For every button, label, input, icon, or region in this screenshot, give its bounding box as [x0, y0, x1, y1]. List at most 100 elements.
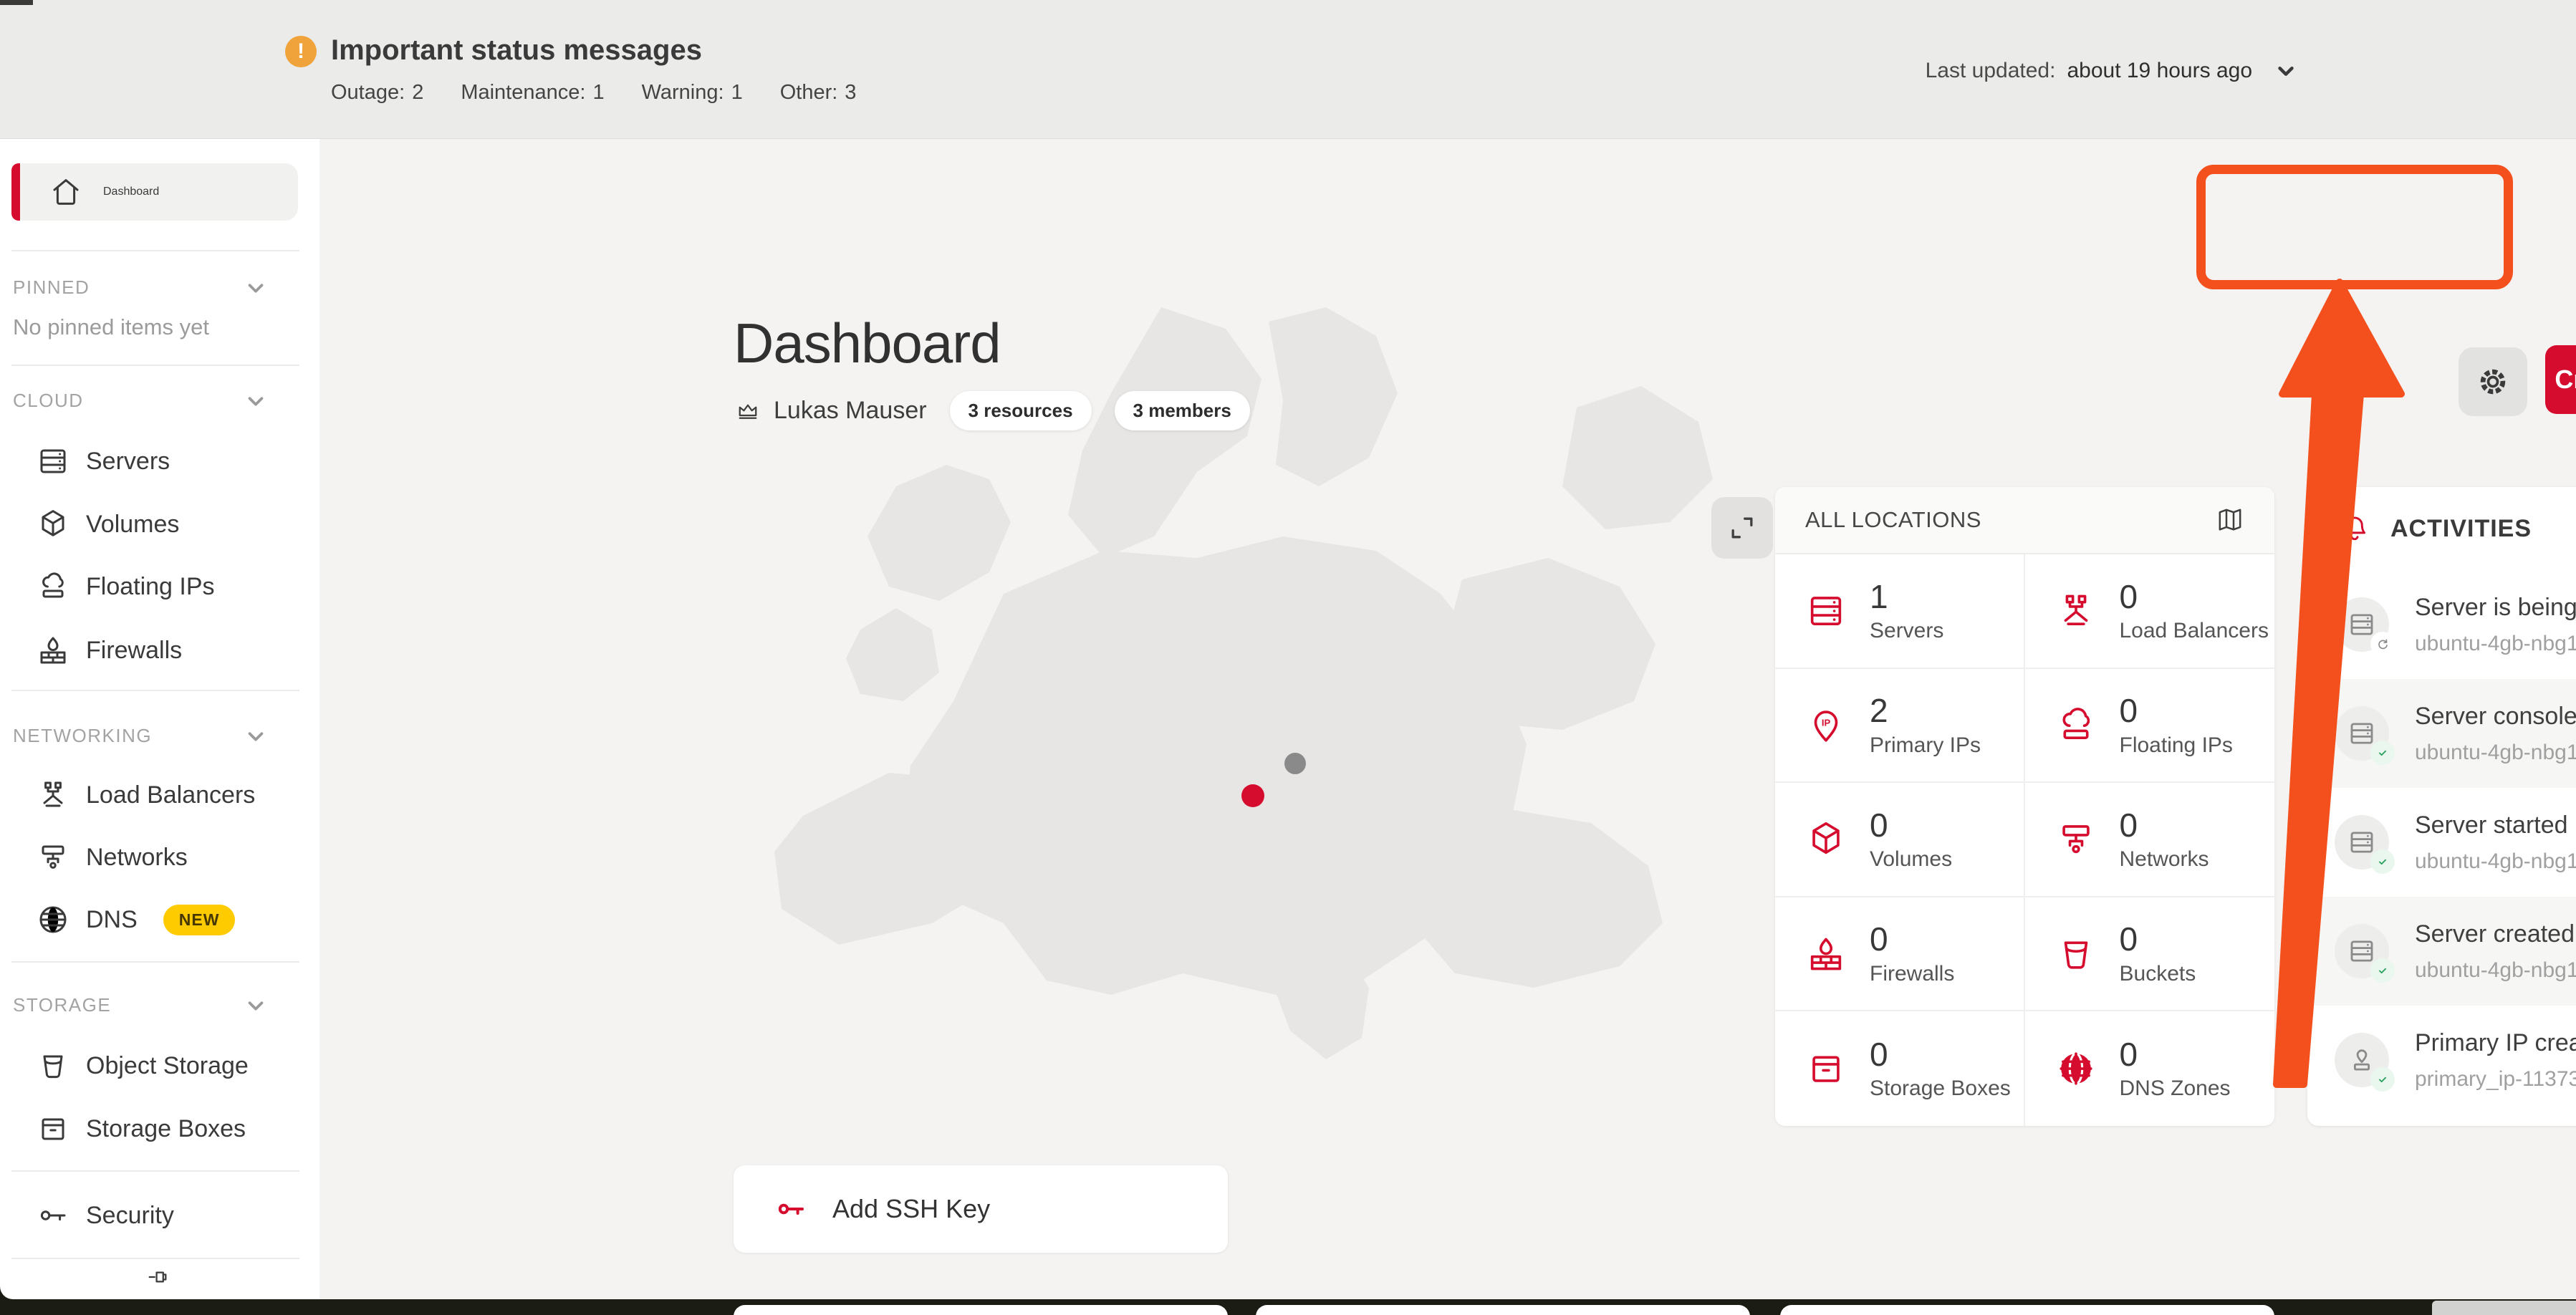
add-ssh-key-card[interactable]: Add SSH Key	[734, 1165, 1228, 1253]
divider	[11, 365, 299, 366]
sidebar-item-label: Dashboard	[103, 186, 159, 198]
success-check-icon	[2370, 741, 2395, 765]
ssh-key-icon	[774, 1192, 808, 1226]
sidebar-item-label: Servers	[86, 448, 170, 476]
firewall-icon	[36, 633, 70, 668]
sidebar-item-dns[interactable]: DNS NEW	[0, 894, 315, 945]
pinned-empty-text: No pinned items yet	[13, 314, 209, 340]
activity-title: Server created	[2415, 920, 2576, 948]
activity-row[interactable]: Server is being rebuilt ubuntu-4gb-nbg1-…	[2307, 570, 2576, 679]
section-label: PINNED	[13, 276, 90, 299]
sidebar-item-label: Security	[86, 1202, 174, 1230]
community-tutorials-card[interactable]: COMMUNITY TUTORIALS Share your expertise…	[1256, 1305, 1750, 1315]
stat-label: Volumes	[1870, 847, 1952, 872]
settings-button[interactable]	[2459, 347, 2527, 416]
sidebar-item-object-storage[interactable]: Object Storage	[0, 1040, 315, 1092]
section-storage[interactable]: STORAGE	[13, 994, 299, 1016]
last-updated[interactable]: Last updated: about 19 hours ago	[1926, 59, 2297, 83]
primary-ip-icon: IP	[1805, 704, 1847, 746]
sidebar-pin-toggle[interactable]	[0, 1255, 315, 1299]
stat-count: 0	[1870, 807, 1952, 844]
success-check-icon	[2370, 849, 2395, 874]
stat-firewalls[interactable]: 0Firewalls	[1775, 897, 2025, 1012]
all-locations-panel: ALL LOCATIONS 1 Servers 0 Load Balancers I…	[1775, 487, 2274, 1126]
stat-storage-boxes[interactable]: 0Storage Boxes	[1775, 1011, 2025, 1126]
divider	[11, 250, 299, 251]
activities-panel: ACTIVITIES View all Server is being rebu…	[2307, 487, 2576, 1126]
sidebar-item-dashboard[interactable]: Dashboard	[11, 163, 298, 221]
stat-load-balancers[interactable]: 0 Load Balancers	[2025, 554, 2275, 669]
locations-header: ALL LOCATIONS	[1775, 487, 2274, 554]
map-expand-button[interactable]	[1711, 497, 1773, 559]
status-title: Important status messages	[331, 34, 702, 67]
outage-count: Outage:2	[331, 81, 423, 105]
section-cloud[interactable]: CLOUD	[13, 390, 299, 412]
chevron-down-icon	[2275, 60, 2297, 82]
api-docs-card[interactable]: API DOCS Explore our comprehensive REST …	[1780, 1305, 2274, 1315]
sidebar-item-servers[interactable]: Servers	[0, 435, 315, 487]
volume-icon	[1805, 819, 1847, 860]
activity-row[interactable]: Server console requested ubuntu-4gb-nbg1…	[2307, 679, 2576, 788]
activities-header: ACTIVITIES View all	[2307, 487, 2576, 570]
sidebar-item-label: Volumes	[86, 511, 179, 539]
activity-subtitle: ubuntu-4gb-nbg1-1	[2415, 849, 2576, 874]
sidebar-item-firewalls[interactable]: Firewalls	[0, 625, 315, 676]
activity-row[interactable]: Server created ubuntu-4gb-nbg1-1 8 minut…	[2307, 897, 2576, 1006]
stat-dns-zones[interactable]: 0DNS Zones	[2025, 1011, 2275, 1126]
stat-count: 0	[2120, 579, 2269, 615]
stat-label: Networks	[2120, 847, 2209, 872]
sidebar-item-label: Networks	[86, 844, 188, 872]
other-count: Other:3	[780, 81, 857, 105]
stat-primary-ips[interactable]: IP 2Primary IPs	[1775, 669, 2025, 784]
sidebar-item-volumes[interactable]: Volumes	[0, 498, 315, 550]
activity-row[interactable]: Server started ubuntu-4gb-nbg1-1 minutes…	[2307, 788, 2576, 897]
section-label: NETWORKING	[13, 725, 152, 747]
resources-badge[interactable]: 3 resources	[950, 391, 1092, 430]
last-updated-label: Last updated:	[1926, 59, 2056, 83]
primary-ip-icon	[2347, 1045, 2377, 1075]
section-pinned[interactable]: PINNED	[13, 276, 299, 299]
avatar	[2335, 597, 2389, 652]
divider	[11, 690, 299, 691]
chevron-down-icon	[245, 726, 266, 747]
stat-networks[interactable]: 0Networks	[2025, 783, 2275, 897]
warning-count: Warning:1	[642, 81, 743, 105]
activity-row[interactable]: Primary IP created primary_ip-113736537 …	[2307, 1006, 2576, 1114]
stat-label: Load Balancers	[2120, 619, 2269, 643]
chevron-down-icon	[245, 277, 266, 299]
pin-icon	[145, 1265, 170, 1289]
activity-title: Server console requested	[2415, 703, 2576, 731]
server-icon	[2347, 827, 2377, 857]
add-ssh-key-label: Add SSH Key	[832, 1194, 990, 1224]
sidebar-item-security[interactable]: Security	[0, 1190, 315, 1241]
chevron-down-icon	[245, 995, 266, 1016]
stat-label: Servers	[1870, 619, 1943, 643]
map-marker-red[interactable]	[1241, 784, 1264, 807]
stat-count: 0	[1870, 921, 1954, 958]
annotation-highlight-box	[2196, 165, 2513, 289]
server-icon	[2347, 936, 2377, 966]
map-marker-gray[interactable]	[1284, 753, 1306, 774]
sidebar-item-storage-boxes[interactable]: Storage Boxes	[0, 1103, 315, 1155]
dns-icon	[36, 902, 70, 937]
sidebar-item-load-balancers[interactable]: Load Balancers	[0, 769, 315, 821]
stat-label: Storage Boxes	[1870, 1076, 2011, 1101]
volume-icon	[36, 507, 70, 541]
stat-volumes[interactable]: 0 Volumes	[1775, 783, 2025, 897]
status-bar: ! Important status messages Outage:2 Mai…	[0, 0, 2576, 139]
servers-icon	[1805, 590, 1847, 632]
sidebar-item-floating-ips[interactable]: Floating IPs	[0, 561, 315, 612]
stat-servers[interactable]: 1 Servers	[1775, 554, 2025, 669]
stat-label: Buckets	[2120, 962, 2196, 986]
page-title: Dashboard	[734, 311, 1001, 376]
create-resource-button[interactable]: Create Resource	[2545, 345, 2576, 414]
sidebar: Dashboard PINNED No pinned items yet CLO…	[0, 139, 319, 1299]
stat-buckets[interactable]: 0Buckets	[2025, 897, 2275, 1012]
stat-count: 1	[1870, 579, 1943, 615]
section-networking[interactable]: NETWORKING	[13, 725, 299, 747]
map-icon[interactable]	[2216, 506, 2244, 534]
sidebar-item-networks[interactable]: Networks	[0, 832, 315, 883]
hetzner-docs-card[interactable]: HETZNER DOCS Find help in our comprehens…	[734, 1305, 1228, 1315]
stat-floating-ips[interactable]: 0Floating IPs	[2025, 669, 2275, 784]
members-badge[interactable]: 3 members	[1115, 391, 1250, 430]
